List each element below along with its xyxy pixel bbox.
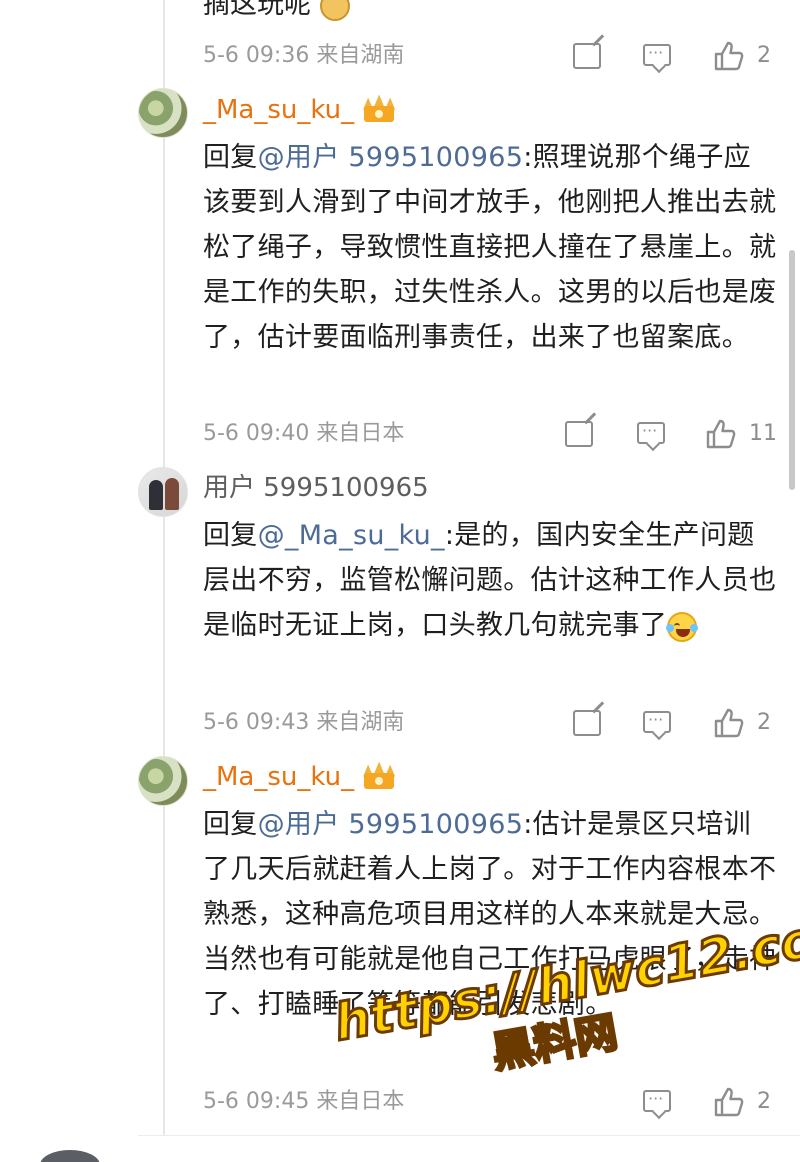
comment-body: 回复@用户 5995100965:估计是景区只培训了几天后就赶着人上岗了。对于工… — [203, 802, 778, 1027]
reply-prefix: 回复 — [203, 809, 258, 840]
like-icon[interactable] — [713, 1086, 745, 1118]
comment-meta-row: 5-6 09:36 来自湖南 2 — [203, 37, 783, 72]
like-count: 11 — [749, 421, 777, 446]
like-icon[interactable] — [713, 707, 745, 739]
comment-time-location: 5-6 09:40 来自日本 — [203, 421, 405, 446]
fragment-text: 摘这玩呢 — [203, 0, 311, 20]
comment-meta-row: 5-6 09:40 来自日本 11 — [203, 415, 783, 450]
comment-meta-row: 5-6 09:43 来自湖南 2 — [203, 704, 783, 739]
comment-body: 回复@用户 5995100965:照理说那个绳子应该要到人滑到了中间才放手，他刚… — [203, 135, 778, 360]
avatar[interactable] — [138, 756, 188, 806]
mention-link[interactable]: @用户 5995100965 — [258, 809, 524, 840]
comment-icon[interactable] — [643, 704, 671, 736]
crown-badge-icon — [362, 761, 396, 791]
like-icon[interactable] — [713, 40, 745, 72]
comment-icon[interactable] — [643, 37, 671, 69]
username-text[interactable]: 用户 5995100965 — [203, 473, 429, 503]
reply-prefix: 回复 — [203, 142, 258, 173]
mention-link[interactable]: @用户 5995100965 — [258, 142, 524, 173]
avatar[interactable] — [138, 467, 188, 517]
comment-body: 回复@_Ma_su_ku_:是的，国内安全生产问题层出不穷，监管松懈问题。估计这… — [203, 513, 778, 648]
share-icon[interactable] — [573, 43, 601, 69]
comment-text: :照理说那个绳子应该要到人滑到了中间才放手，他刚把人推出去就松了绳子，导致惯性直… — [203, 142, 777, 353]
reply-prefix: 回复 — [203, 520, 258, 551]
next-comment-avatar[interactable] — [40, 1150, 100, 1162]
avatar[interactable] — [138, 88, 188, 138]
divider — [138, 1135, 800, 1136]
share-icon[interactable] — [573, 710, 601, 736]
share-icon[interactable] — [565, 421, 593, 447]
username-text[interactable]: _Ma_su_ku_ — [203, 95, 354, 125]
comment-time-location: 5-6 09:45 来自日本 — [203, 1089, 405, 1114]
like-count: 2 — [757, 43, 771, 68]
crown-badge-icon — [362, 94, 396, 124]
comment-author[interactable]: _Ma_su_ku_ — [203, 760, 396, 794]
laugh-cry-emoji-icon — [666, 611, 699, 642]
comment-author[interactable]: 用户 5995100965 — [203, 471, 429, 505]
previous-comment-fragment: 摘这玩呢 — [203, 0, 350, 24]
like-count: 2 — [757, 1089, 771, 1114]
thread-line — [163, 0, 165, 1135]
like-icon[interactable] — [705, 418, 737, 450]
username-text[interactable]: _Ma_su_ku_ — [203, 762, 354, 792]
like-count: 2 — [757, 710, 771, 735]
mention-link[interactable]: @_Ma_su_ku_ — [258, 520, 445, 551]
comment-icon[interactable] — [637, 415, 665, 447]
comment-meta-row: 5-6 09:45 来自日本 2 — [203, 1083, 783, 1118]
doge-emoji-icon — [319, 0, 350, 21]
comment-time-location: 5-6 09:36 来自湖南 — [203, 43, 405, 68]
comment-text: :估计是景区只培训了几天后就赶着人上岗了。对于工作内容根本不熟悉，这种高危项目用… — [203, 809, 777, 1020]
comment-time-location: 5-6 09:43 来自湖南 — [203, 710, 405, 735]
comment-icon[interactable] — [643, 1083, 671, 1115]
scrollbar[interactable] — [789, 250, 795, 490]
comment-author[interactable]: _Ma_su_ku_ — [203, 93, 396, 127]
